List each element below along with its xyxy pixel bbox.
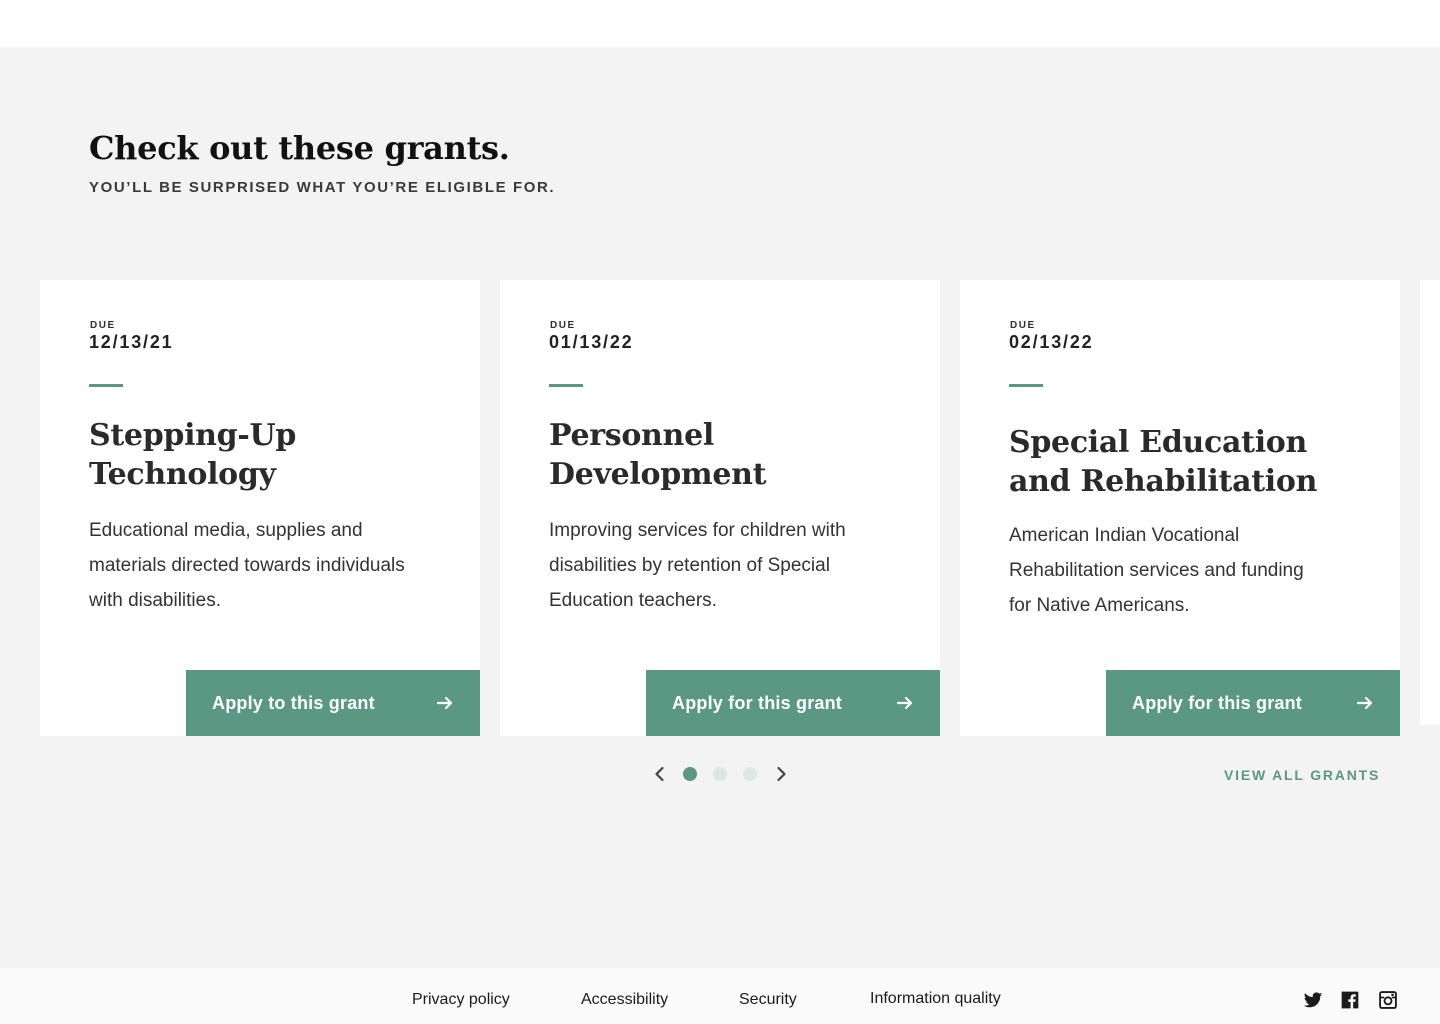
grants-section: Check out these grants. YOU’LL BE SURPRI… xyxy=(0,47,1440,968)
carousel-pager xyxy=(650,762,800,786)
view-all-grants-link[interactable]: VIEW ALL GRANTS xyxy=(1224,767,1380,783)
arrow-right-icon xyxy=(1356,696,1373,710)
apply-button-label: Apply for this grant xyxy=(1132,693,1302,713)
grant-title: Personnel Development xyxy=(549,418,767,492)
due-date: 02/13/22 xyxy=(1009,332,1094,352)
due-date: 12/13/21 xyxy=(89,332,174,352)
chevron-right-icon[interactable] xyxy=(771,764,791,784)
carousel-dot[interactable] xyxy=(743,767,757,781)
apply-grant-button[interactable]: Apply for this grant xyxy=(646,670,940,736)
grant-description: Improving services for children with dis… xyxy=(549,520,846,611)
due-date: 01/13/22 xyxy=(549,332,634,352)
accent-rule xyxy=(89,384,123,387)
carousel-dot-active[interactable] xyxy=(683,767,697,781)
twitter-icon[interactable] xyxy=(1303,990,1323,1010)
due-label: DUE xyxy=(550,320,576,331)
footer-link-privacy[interactable]: Privacy policy xyxy=(412,991,510,1009)
footer-link-information-quality[interactable]: Information quality xyxy=(870,990,1001,1008)
apply-button-label: Apply to this grant xyxy=(212,693,375,713)
grant-description: Educational media, supplies and material… xyxy=(89,520,405,611)
grant-description: American Indian Vocational Rehabilitatio… xyxy=(1009,525,1304,616)
accent-rule xyxy=(549,384,583,387)
facebook-icon[interactable] xyxy=(1340,990,1360,1010)
grant-card-peek[interactable] xyxy=(1420,280,1440,725)
apply-grant-button[interactable]: Apply to this grant xyxy=(186,670,480,736)
chevron-left-icon[interactable] xyxy=(650,764,670,784)
section-subheading: YOU’LL BE SURPRISED WHAT YOU’RE ELIGIBLE… xyxy=(89,179,556,196)
grant-card: DUE 02/13/22 Special Education and Rehab… xyxy=(960,280,1400,736)
carousel-dot[interactable] xyxy=(713,767,727,781)
instagram-icon[interactable] xyxy=(1378,990,1398,1010)
footer-link-accessibility[interactable]: Accessibility xyxy=(581,991,668,1009)
footer-link-security[interactable]: Security xyxy=(739,991,797,1009)
apply-grant-button[interactable]: Apply for this grant xyxy=(1106,670,1400,736)
grant-title: Stepping-Up Technology xyxy=(89,418,297,492)
top-bar xyxy=(0,0,1440,47)
due-label: DUE xyxy=(90,320,116,331)
grant-title: Special Education and Rehabilitation xyxy=(1009,425,1318,499)
section-heading: Check out these grants. xyxy=(89,129,510,167)
grant-card: DUE 12/13/21 Stepping-Up Technology Educ… xyxy=(40,280,480,736)
apply-button-label: Apply for this grant xyxy=(672,693,842,713)
due-label: DUE xyxy=(1010,320,1036,331)
arrow-right-icon xyxy=(436,696,453,710)
arrow-right-icon xyxy=(896,696,913,710)
grant-card: DUE 01/13/22 Personnel Development Impro… xyxy=(500,280,940,736)
accent-rule xyxy=(1009,384,1043,387)
footer: Privacy policy Accessibility Security In… xyxy=(0,968,1440,1024)
